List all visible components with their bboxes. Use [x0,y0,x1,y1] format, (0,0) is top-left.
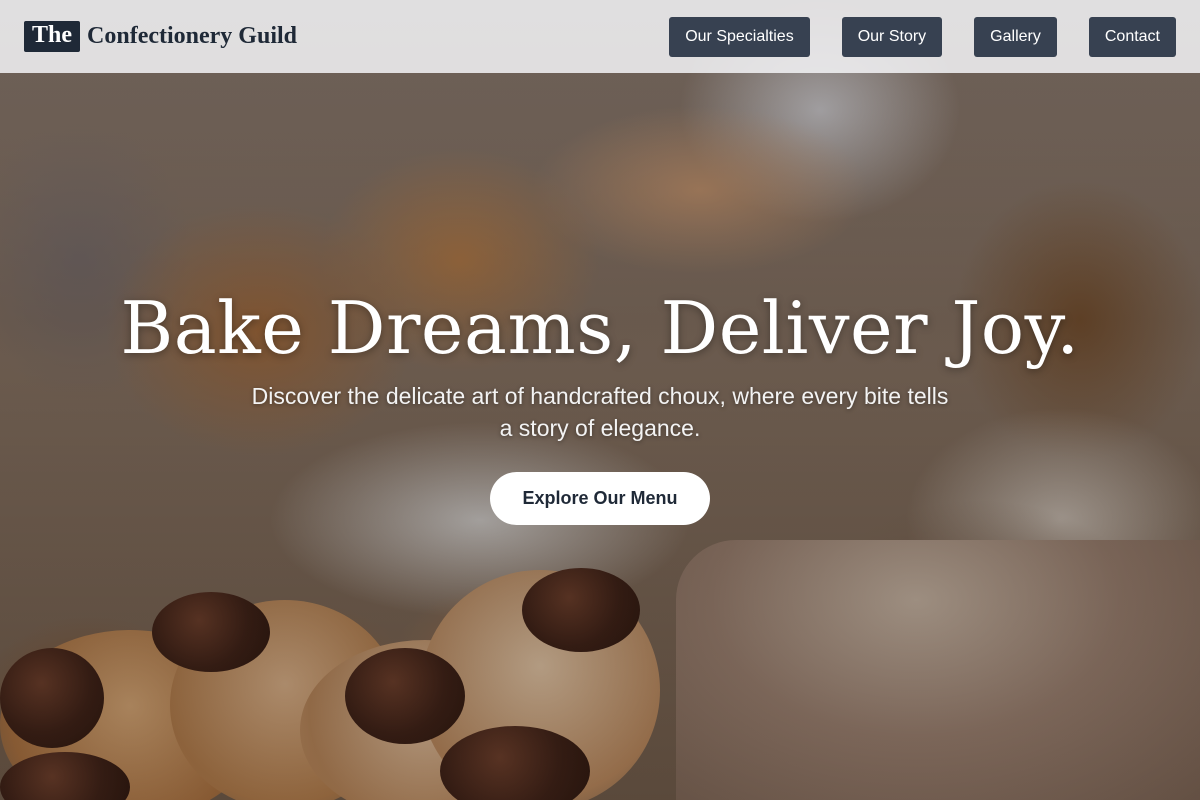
explore-menu-button[interactable]: Explore Our Menu [490,472,710,525]
nav-contact-button[interactable]: Contact [1088,16,1176,57]
brand-logo[interactable]: The Confectionery Guild [24,21,297,52]
nav-our-story-button[interactable]: Our Story [841,16,943,57]
main-nav: Our Specialties Our Story Gallery Contac… [669,16,1176,57]
brand-mark: The [24,21,81,52]
hero-subheadline: Discover the delicate art of handcrafted… [251,383,949,441]
hero-headline: Bake Dreams, Deliver Joy. [120,286,1080,370]
nav-our-specialties-button[interactable]: Our Specialties [669,16,810,57]
brand-name: Confectionery Guild [87,23,298,49]
hero-content: Bake Dreams, Deliver Joy. Discover the d… [0,286,1200,525]
site-header: The Confectionery Guild Our Specialties … [0,0,1200,73]
nav-gallery-button[interactable]: Gallery [974,16,1057,57]
